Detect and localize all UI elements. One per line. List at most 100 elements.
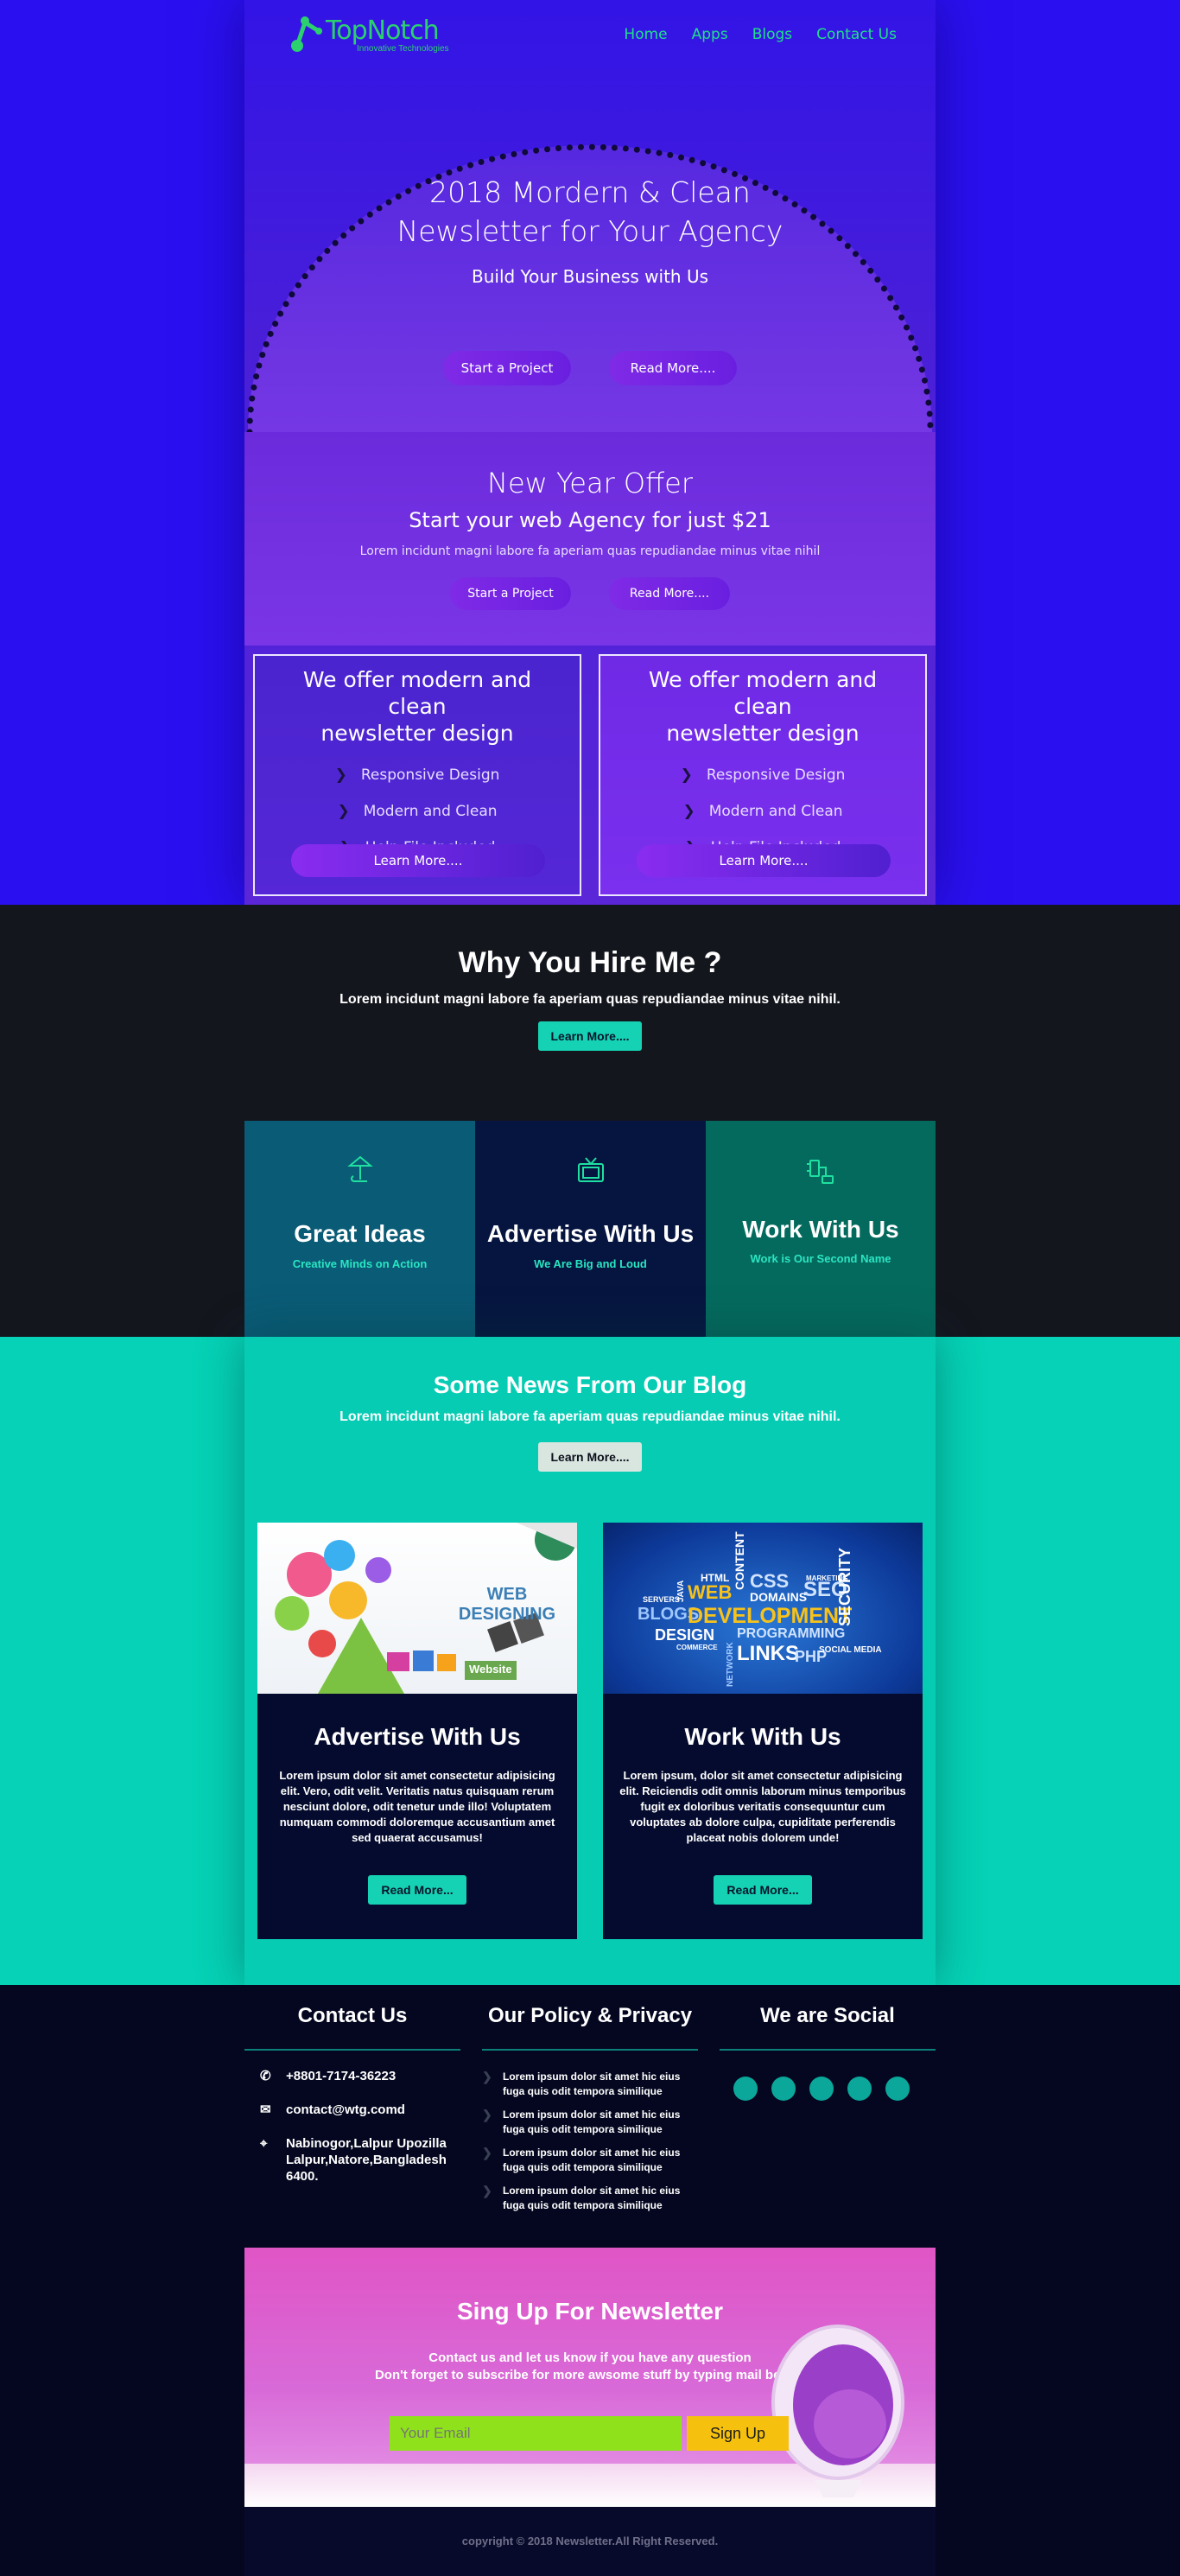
word-design: DESIGN xyxy=(655,1626,715,1644)
word-security: SECURITY xyxy=(836,1547,853,1626)
word-domains: DOMAINS xyxy=(750,1590,808,1604)
word-marketing: MARKETING xyxy=(806,1574,848,1582)
tile-tagline: We Are Big and Loud xyxy=(534,1257,647,1270)
facebook-icon[interactable] xyxy=(733,2077,758,2101)
hero-buttons: Start a Project Read More.... xyxy=(244,351,936,385)
chevron-right-icon: ❯ xyxy=(680,766,693,784)
policy-item-text: Lorem ipsum dolor sit amet hic eius fuga… xyxy=(503,2147,681,2173)
blog-header: Some News From Our Blog Lorem incidunt m… xyxy=(244,1337,936,1472)
social-column: We are Social xyxy=(720,1985,936,2101)
hire-content: Why You Hire Me ? Lorem incidunt magni l… xyxy=(244,905,936,1121)
phone-icon: ✆ xyxy=(260,2069,271,2083)
instagram-icon[interactable] xyxy=(847,2077,872,2101)
blog-learn-more-button[interactable]: Learn More.... xyxy=(538,1442,642,1472)
web-designing-label: WEB DESIGNING xyxy=(458,1585,556,1624)
egg-chair-illustration xyxy=(771,2325,904,2497)
service-tile: Advertise With Us We Are Big and Loud xyxy=(475,1121,706,1337)
policy-item[interactable]: ❯ Lorem ipsum dolor sit amet hic eius fug… xyxy=(482,2108,698,2137)
tile-title: Great Ideas xyxy=(294,1220,426,1247)
word-content: CONTENT xyxy=(733,1531,746,1590)
policy-item[interactable]: ❯ Lorem ipsum dolor sit amet hic eius fug… xyxy=(482,2146,698,2175)
offer-read-more-button[interactable]: Read More.... xyxy=(609,577,730,610)
hire-text: Lorem incidunt magni labore fa aperiam q… xyxy=(339,992,841,1007)
policy-item[interactable]: ❯ Lorem ipsum dolor sit amet hic eius fug… xyxy=(482,2070,698,2099)
blog-post-card: WEB DESIGNING Website Advertise With Us … xyxy=(257,1523,577,1939)
learn-more-button[interactable]: Learn More.... xyxy=(291,844,545,877)
service-tiles: Great Ideas Creative Minds on Action Adv… xyxy=(244,1121,936,1337)
feature-item: ❯ Responsive Design xyxy=(600,757,925,793)
feature-card: We offer modern and clean newsletter des… xyxy=(599,654,927,896)
map-pin-icon: ⌖ xyxy=(260,2136,268,2151)
policy-item-text: Lorem ipsum dolor sit amet hic eius fuga… xyxy=(503,2109,681,2135)
policy-item[interactable]: ❯ Lorem ipsum dolor sit amet hic eius fug… xyxy=(482,2184,698,2213)
social-links xyxy=(720,2077,936,2101)
footer-info: Contact Us ✆ +8801-7174-36223 ✉ contact@… xyxy=(0,1985,1180,2248)
blog-text: Lorem incidunt magni labore fa aperiam q… xyxy=(339,1409,841,1424)
post-read-more-button[interactable]: Read More... xyxy=(368,1875,466,1905)
copyright-text: copyright © 2018 Newsletter.All Right Re… xyxy=(461,2535,719,2547)
newsletter-text-line1: Contact us and let us know if you have a… xyxy=(428,2350,752,2365)
website-badge: Website xyxy=(469,1663,512,1676)
word-commerce: COMMERCE xyxy=(676,1644,718,1651)
learn-more-button[interactable]: Learn More.... xyxy=(637,844,891,877)
feature-cards: We offer modern and clean newsletter des… xyxy=(244,646,936,905)
start-project-button[interactable]: Start a Project xyxy=(443,351,571,385)
phone-number: +8801-7174-36223 xyxy=(286,2069,397,2083)
blog-post-card: HTML CSS WEB DOMAINS SEO BLOGS DEVELOPME… xyxy=(603,1523,923,1939)
dribbble-alt-icon[interactable] xyxy=(885,2077,910,2101)
contact-phone[interactable]: ✆ +8801-7174-36223 xyxy=(244,2068,460,2084)
post-read-more-button[interactable]: Read More... xyxy=(714,1875,812,1905)
contact-email[interactable]: ✉ contact@wtg.comd xyxy=(244,2102,460,2118)
chevron-right-icon: ❯ xyxy=(482,2146,492,2159)
hero-title: 2018 Mordern & Clean Newsletter for Your… xyxy=(244,173,936,251)
feature-item: ❯ Modern and Clean xyxy=(600,793,925,830)
content-column: copyright © 2018 Newsletter.All Right Re… xyxy=(244,2507,936,2576)
dribbble-icon[interactable] xyxy=(809,2077,834,2101)
word-web: WEB xyxy=(688,1581,733,1603)
divider xyxy=(244,2049,460,2051)
feature-card-title: We offer modern and clean newsletter des… xyxy=(600,666,925,747)
email-input[interactable] xyxy=(390,2416,682,2451)
feature-card-title-line1: We offer modern and clean xyxy=(648,667,878,719)
feature-card-title: We offer modern and clean newsletter des… xyxy=(255,666,580,747)
social-title: We are Social xyxy=(760,2004,895,2027)
hero-title-line1: 2018 Mordern & Clean xyxy=(429,175,751,209)
tile-title: Advertise With Us xyxy=(486,1220,695,1247)
sign-up-button[interactable]: Sign Up xyxy=(687,2416,789,2451)
chevron-right-icon: ❯ xyxy=(334,766,347,784)
service-tile: Work With Us Work is Our Second Name xyxy=(706,1121,936,1337)
brand-name: TopNotch xyxy=(326,16,440,46)
contact-column: Contact Us ✆ +8801-7174-36223 ✉ contact@… xyxy=(244,1985,460,2185)
chevron-right-icon: ❯ xyxy=(682,803,695,820)
feature-card: We offer modern and clean newsletter des… xyxy=(253,654,581,896)
word-cloud: HTML CSS WEB DOMAINS SEO BLOGS DEVELOPME… xyxy=(603,1523,923,1694)
chevron-right-icon: ❯ xyxy=(337,803,350,820)
feature-card-title-line2: newsletter design xyxy=(320,721,514,746)
nav-menu: Home Apps Blogs Contact Us xyxy=(624,26,897,43)
hero-subtitle: Build Your Business with Us xyxy=(471,266,708,287)
copyright-bar: copyright © 2018 Newsletter.All Right Re… xyxy=(0,2507,1180,2576)
hire-learn-more-button[interactable]: Learn More.... xyxy=(538,1021,642,1051)
chevron-right-icon: ❯ xyxy=(482,2070,492,2083)
offer-start-project-button[interactable]: Start a Project xyxy=(450,577,571,610)
word-development: DEVELOPMENT xyxy=(688,1604,853,1628)
policy-title: Our Policy & Privacy xyxy=(487,2004,693,2027)
offer-buttons: Start a Project Read More.... xyxy=(244,577,936,610)
policy-item-text: Lorem ipsum dolor sit amet hic eius fuga… xyxy=(503,2185,681,2211)
post-title: Advertise With Us xyxy=(314,1723,521,1750)
plug-icon xyxy=(807,1160,834,1184)
tile-tagline: Creative Minds on Action xyxy=(292,1257,428,1270)
nav-item-contact[interactable]: Contact Us xyxy=(816,26,897,43)
read-more-button[interactable]: Read More.... xyxy=(609,351,737,385)
feature-card-title-line1: We offer modern and clean xyxy=(302,667,532,719)
policy-item-text: Lorem ipsum dolor sit amet hic eius fuga… xyxy=(503,2070,681,2097)
nav-item-apps[interactable]: Apps xyxy=(692,26,728,43)
word-servers: SERVERS xyxy=(643,1595,680,1604)
nav-item-blogs[interactable]: Blogs xyxy=(752,26,792,43)
word-network: NETWORK xyxy=(726,1642,735,1687)
nav-item-home[interactable]: Home xyxy=(624,26,667,43)
tile-title: Work With Us xyxy=(742,1216,899,1243)
twitter-icon[interactable] xyxy=(771,2077,796,2101)
offer-subtitle: Start your web Agency for just $21 xyxy=(409,508,771,532)
post-excerpt: Lorem ipsum, dolor sit amet consectetur … xyxy=(619,1769,906,1844)
